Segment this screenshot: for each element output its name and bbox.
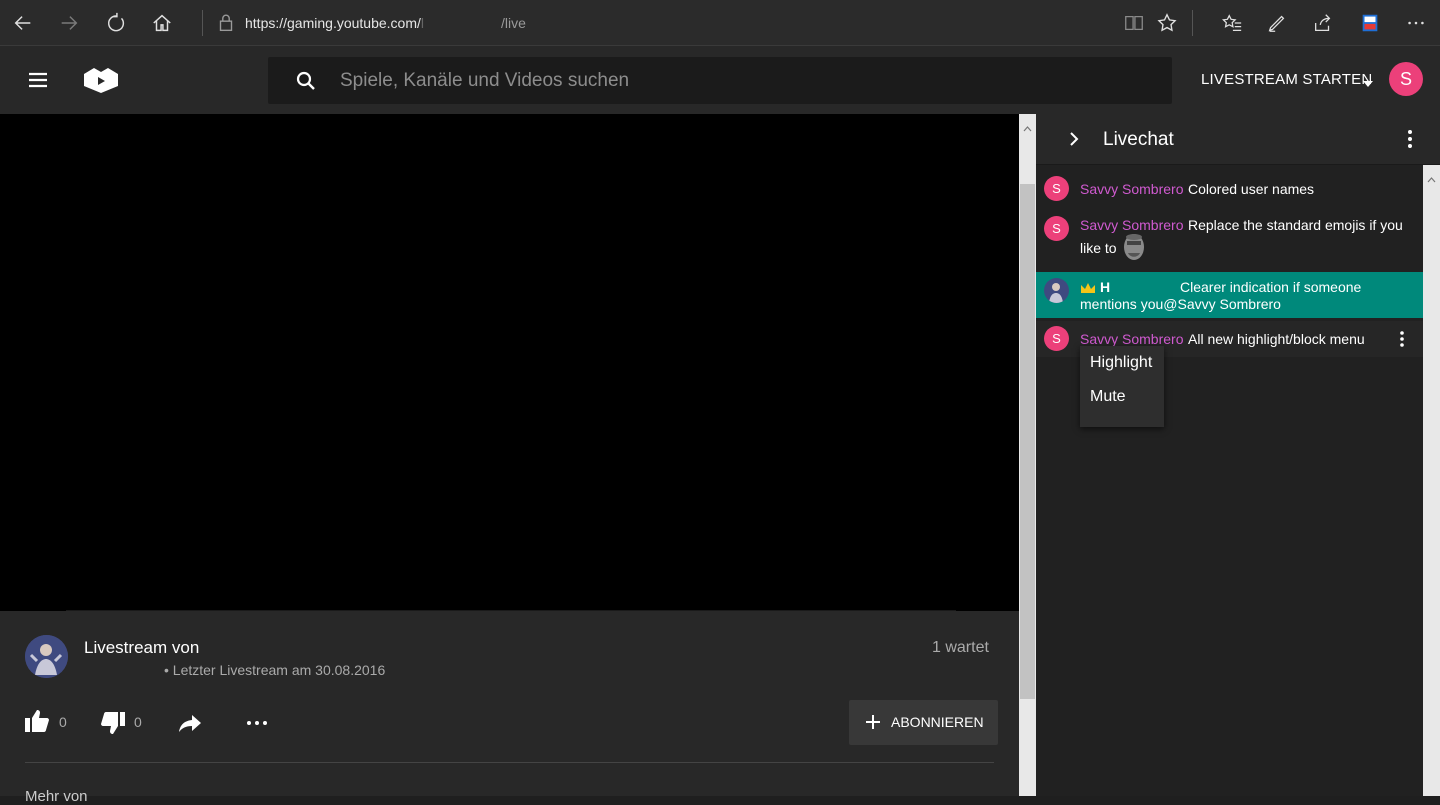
livestream-start-button[interactable]: LIVESTREAM STARTEN — [1201, 71, 1372, 88]
chat-author[interactable]: Savvy Sombrero — [1080, 217, 1183, 233]
chat-text: Colored user names — [1188, 181, 1315, 197]
chat-author[interactable]: H — [1100, 279, 1110, 295]
chat-author[interactable]: Savvy Sombrero — [1080, 181, 1183, 197]
lock-icon — [212, 9, 240, 37]
more-from-heading: Mehr von — [25, 788, 88, 805]
toolbar-divider — [1192, 10, 1193, 36]
search-placeholder: Spiele, Kanäle und Videos suchen — [340, 70, 630, 91]
menu-item-mute[interactable]: Mute — [1090, 388, 1126, 406]
youtube-gaming-logo-icon[interactable] — [82, 66, 120, 94]
forward-arrow-icon[interactable] — [55, 9, 83, 37]
chat-menu-icon[interactable] — [1405, 129, 1415, 149]
subscribe-label: ABONNIEREN — [891, 714, 984, 730]
chat-avatar: S — [1044, 326, 1069, 351]
message-menu-icon[interactable] — [1398, 330, 1406, 348]
chat-scroll-up-arrow-icon[interactable] — [1427, 170, 1436, 183]
more-actions-icon[interactable] — [246, 713, 268, 733]
hamburger-menu-icon[interactable] — [26, 68, 50, 92]
chat-text: All new highlight/block menu — [1188, 331, 1365, 347]
plus-icon — [865, 714, 881, 730]
user-avatar[interactable]: S — [1389, 62, 1423, 96]
chat-message: S Savvy Sombrero Colored user names — [1036, 171, 1423, 205]
refresh-icon[interactable] — [102, 9, 130, 37]
browser-toolbar: https://gaming.youtube.com/l /live — [0, 0, 1440, 46]
stream-title: Livestream von — [84, 638, 200, 657]
like-count: 0 — [59, 714, 67, 730]
thumbs-up-icon[interactable] — [24, 709, 50, 733]
favorite-star-icon[interactable] — [1153, 9, 1181, 37]
custom-emoji-face-icon — [1122, 233, 1146, 261]
thumbs-down-icon[interactable] — [100, 711, 126, 735]
chat-avatar: S — [1044, 216, 1069, 241]
search-icon — [294, 69, 318, 93]
reading-view-icon[interactable] — [1120, 9, 1148, 37]
message-action-menu: Highlight Mute — [1080, 346, 1164, 427]
chat-text-line2: mentions you@Savvy Sombrero — [1080, 296, 1281, 312]
chat-text: Clearer indication if someone — [1180, 279, 1362, 295]
subscribe-button[interactable]: ABONNIEREN — [849, 700, 998, 745]
chevron-right-icon[interactable] — [1068, 131, 1080, 147]
chat-avatar: S — [1044, 176, 1069, 201]
page-scrollbar-thumb[interactable] — [1020, 184, 1035, 699]
dropdown-caret-icon[interactable] — [1362, 75, 1374, 87]
scroll-up-arrow-icon[interactable] — [1023, 119, 1032, 132]
more-dots-icon[interactable] — [1402, 9, 1430, 37]
chat-message: S Savvy Sombrero Replace the standard em… — [1036, 209, 1423, 269]
livechat-header: Livechat — [1036, 114, 1440, 165]
share-arrow-icon[interactable] — [178, 712, 202, 734]
chat-scrollbar[interactable] — [1423, 165, 1440, 796]
chat-message-mention: H Clearer indication if someone mentions… — [1036, 272, 1423, 318]
back-arrow-icon[interactable] — [9, 9, 37, 37]
url-sep: l — [420, 15, 424, 31]
last-stream-info: • Letzter Livestream am 30.08.2016 — [164, 662, 386, 678]
url-suffix: /live — [501, 15, 526, 31]
waiting-count: 1 wartet — [932, 639, 989, 656]
crown-icon — [1080, 281, 1096, 293]
url-host: https://gaming.youtube.com/ — [245, 15, 421, 31]
favorites-hub-icon[interactable] — [1218, 9, 1246, 37]
home-icon[interactable] — [148, 9, 176, 37]
toolbar-divider — [202, 10, 203, 36]
chat-avatar-image — [1044, 278, 1069, 303]
chat-text-line2: like to — [1080, 240, 1117, 256]
livechat-title: Livechat — [1103, 129, 1174, 150]
extension-icon[interactable] — [1356, 9, 1384, 37]
menu-item-highlight[interactable]: Highlight — [1090, 354, 1152, 372]
divider — [25, 762, 994, 763]
chat-author[interactable]: Savvy Sombrero — [1080, 331, 1183, 347]
address-bar[interactable]: https://gaming.youtube.com/l — [245, 15, 424, 31]
livechat-panel: Livechat S Savvy Sombrero Colored user n… — [1036, 114, 1440, 796]
dislike-count: 0 — [134, 714, 142, 730]
video-info-panel: Livestream von • Letzter Livestream am 3… — [0, 611, 1019, 805]
web-note-pen-icon[interactable] — [1263, 9, 1291, 37]
chat-text: Replace the standard emojis if you — [1188, 217, 1403, 233]
search-input[interactable]: Spiele, Kanäle und Videos suchen — [268, 57, 1172, 104]
share-icon[interactable] — [1309, 9, 1337, 37]
video-player[interactable] — [0, 114, 1019, 611]
channel-avatar[interactable] — [25, 635, 68, 678]
app-header: Spiele, Kanäle und Videos suchen LIVESTR… — [0, 46, 1440, 114]
